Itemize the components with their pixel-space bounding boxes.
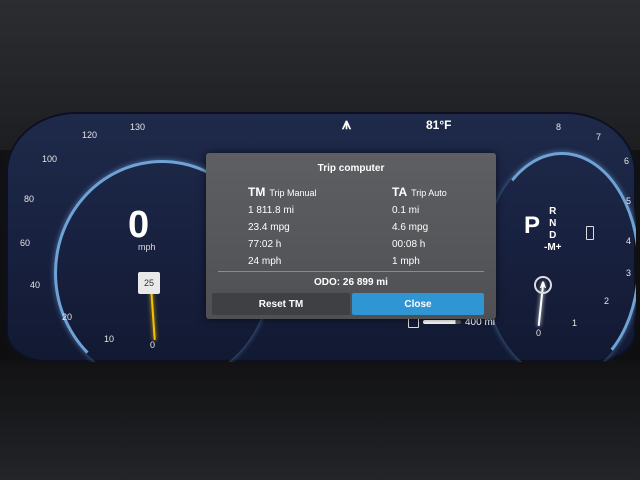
gear-option: R bbox=[549, 206, 557, 217]
gear-option: -M+ bbox=[544, 242, 562, 253]
trip-manual-economy: 23.4 mpg bbox=[248, 222, 290, 233]
dialog-title: Trip computer bbox=[317, 163, 385, 174]
rpm-tick: 6 bbox=[624, 156, 630, 166]
trip-manual-column: TM Trip Manual 1 811.8 mi 23.4 mpg 77:02… bbox=[248, 185, 317, 273]
range-bar bbox=[423, 320, 461, 324]
trip-manual-distance: 1 811.8 mi bbox=[248, 205, 294, 216]
rpm-tick: 5 bbox=[626, 196, 632, 206]
gear-selector: R N D -M+ bbox=[544, 206, 562, 254]
trip-auto-abbr: TA bbox=[392, 185, 408, 199]
speedo-tick: 20 bbox=[62, 312, 73, 322]
current-speed: 0 bbox=[128, 204, 150, 246]
gear-option: N bbox=[549, 218, 557, 229]
tachometer-ring bbox=[484, 152, 636, 362]
rpm-tick: 8 bbox=[556, 122, 562, 132]
rpm-tick: 3 bbox=[626, 268, 632, 278]
speed-limit-sign: 25 bbox=[138, 272, 160, 294]
rpm-tick: 1 bbox=[572, 318, 578, 328]
trip-auto-time: 00:08 h bbox=[392, 239, 426, 250]
speedo-tick: 130 bbox=[130, 122, 146, 132]
trip-auto-label: Trip Auto bbox=[411, 188, 447, 198]
trip-manual-label: Trip Manual bbox=[269, 188, 317, 198]
dialog-buttons: Reset TM Close bbox=[206, 293, 496, 317]
reset-tm-button[interactable]: Reset TM bbox=[212, 293, 350, 315]
rpm-tick: 0 bbox=[536, 328, 542, 338]
speedo-tick: 100 bbox=[42, 154, 58, 164]
speedo-tick: 0 bbox=[150, 340, 156, 350]
rpm-tick: 7 bbox=[596, 132, 602, 142]
speedo-tick: 80 bbox=[24, 194, 35, 204]
speedo-tick: 120 bbox=[82, 130, 98, 140]
rpm-tick: 2 bbox=[604, 296, 610, 306]
trip-auto-distance: 0.1 mi bbox=[392, 205, 420, 216]
dashboard-bottom bbox=[0, 360, 640, 480]
trip-manual-time: 77:02 h bbox=[248, 239, 282, 250]
speedo-tick: 60 bbox=[20, 238, 31, 248]
gear-current: P bbox=[524, 212, 541, 239]
auto-hold-icon: A bbox=[534, 276, 552, 294]
trip-auto-economy: 4.6 mpg bbox=[392, 222, 429, 233]
battery-icon bbox=[586, 226, 594, 240]
trip-computer-dialog: Trip computer TM Trip Manual 1 811.8 mi … bbox=[206, 153, 496, 319]
speedo-tick: 40 bbox=[30, 280, 41, 290]
odometer: ODO: 26 899 mi bbox=[314, 277, 388, 288]
dialog-divider bbox=[218, 271, 484, 272]
speed-unit: mph bbox=[138, 242, 156, 252]
road-icon: ⩚ bbox=[342, 116, 352, 133]
trip-manual-abbr: TM bbox=[248, 185, 266, 199]
speedo-tick: 10 bbox=[104, 334, 115, 344]
close-button[interactable]: Close bbox=[352, 293, 484, 315]
trip-auto-column: TA Trip Auto 0.1 mi 4.6 mpg 00:08 h 1 mp… bbox=[392, 185, 447, 273]
gear-option: D bbox=[549, 230, 557, 241]
outside-temperature: 81°F bbox=[426, 118, 452, 132]
rpm-tick: 4 bbox=[626, 236, 632, 246]
